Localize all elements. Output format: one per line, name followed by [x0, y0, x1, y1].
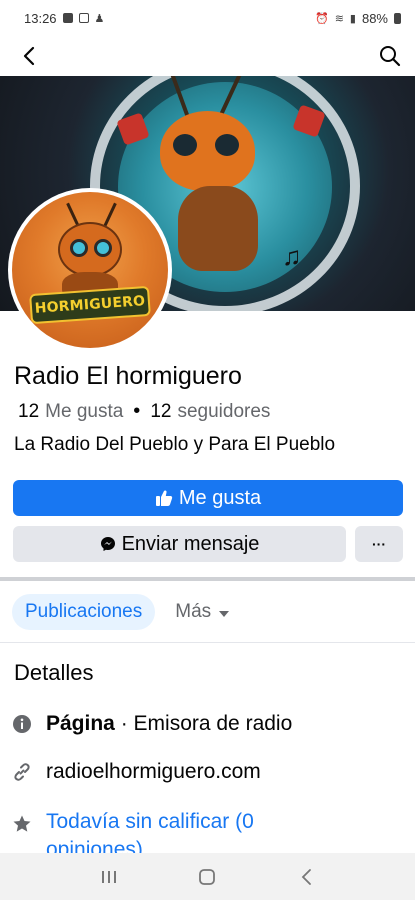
followers-label: seguidores: [177, 400, 271, 422]
system-back-button[interactable]: [291, 862, 321, 892]
search-icon: [380, 46, 401, 67]
tab-more-label: Más: [175, 601, 212, 622]
likes-count: 12: [18, 400, 40, 422]
details-title: Detalles: [14, 660, 94, 685]
arrow-left-icon: [23, 46, 35, 66]
cover-ant-eye: [212, 131, 242, 159]
section-divider: [0, 577, 415, 581]
more-options-label: ···: [372, 536, 386, 552]
home-button[interactable]: [192, 862, 222, 892]
avatar-ant-head: [58, 222, 122, 277]
separator-dot: •: [133, 400, 141, 422]
avatar-ant-eye: [70, 239, 88, 257]
page-title: Radio El hormiguero: [14, 362, 242, 390]
cover-ant-body: [178, 186, 258, 271]
cover-ant-eye: [170, 131, 200, 159]
category-prefix: Página: [46, 712, 115, 735]
followers-count: 12: [150, 400, 172, 422]
star-icon: [12, 814, 32, 834]
avatar-logo-text: HORMIGUERO: [34, 293, 146, 317]
page-bio: La Radio Del Pueblo y Para El Pueblo: [14, 434, 336, 455]
status-bar-left: 13:26 ♟: [24, 11, 104, 26]
page-stats: 12 Me gusta • 12 seguidores: [18, 400, 270, 423]
home-icon: [199, 868, 216, 885]
info-icon: [12, 714, 32, 734]
website-link[interactable]: radioelhormiguero.com: [46, 760, 261, 784]
recent-apps-icon: [102, 870, 117, 883]
android-nav-bar: [0, 853, 415, 900]
chevron-left-icon: [301, 868, 311, 885]
link-icon: [12, 762, 32, 782]
thumbs-up-icon: [155, 490, 173, 506]
rating-line-1: Todavía sin calificar (0: [46, 810, 254, 833]
back-button[interactable]: [14, 41, 44, 71]
tabs-divider: [0, 642, 415, 643]
like-button[interactable]: Me gusta: [13, 480, 403, 516]
recent-apps-button[interactable]: [94, 862, 124, 892]
messenger-icon: [100, 537, 115, 551]
battery-percent: 88%: [361, 10, 388, 26]
music-note-icon: ♫: [282, 241, 302, 271]
alarm-icon: ⏰: [314, 12, 329, 25]
profile-avatar[interactable]: HORMIGUERO: [8, 188, 172, 352]
tab-publicaciones[interactable]: Publicaciones: [12, 594, 156, 630]
battery-icon: [394, 12, 401, 24]
avatar-logo: HORMIGUERO: [29, 285, 151, 325]
detail-category: Página · Emisora de radio: [12, 712, 292, 736]
status-time: 13:26: [24, 10, 57, 26]
top-nav: [0, 36, 415, 76]
person-notification-icon: ♟: [94, 12, 105, 25]
calendar-notification-icon: [78, 13, 89, 23]
wifi-icon: ≋: [334, 12, 344, 25]
category-value: · Emisora de radio: [120, 712, 293, 735]
avatar-ant-eye: [94, 239, 112, 257]
status-bar: 13:26 ♟ ⏰ ≋ ▮ 88%: [0, 0, 415, 36]
gallery-notification-icon: [62, 13, 73, 23]
detail-website[interactable]: radioelhormiguero.com: [12, 760, 261, 784]
profile-tabs: Publicaciones Más: [12, 594, 230, 630]
more-options-button[interactable]: ···: [355, 526, 403, 562]
avatar-image: HORMIGUERO: [12, 192, 168, 348]
caret-down-icon: [219, 610, 230, 617]
like-button-label: Me gusta: [178, 486, 262, 509]
tab-more[interactable]: Más: [175, 601, 230, 623]
send-message-button[interactable]: Enviar mensaje: [13, 526, 346, 562]
likes-label: Me gusta: [45, 400, 124, 422]
search-button[interactable]: [375, 41, 405, 71]
status-bar-right: ⏰ ≋ ▮ 88%: [315, 11, 401, 26]
send-message-label: Enviar mensaje: [121, 532, 260, 555]
signal-icon: ▮: [349, 12, 356, 25]
